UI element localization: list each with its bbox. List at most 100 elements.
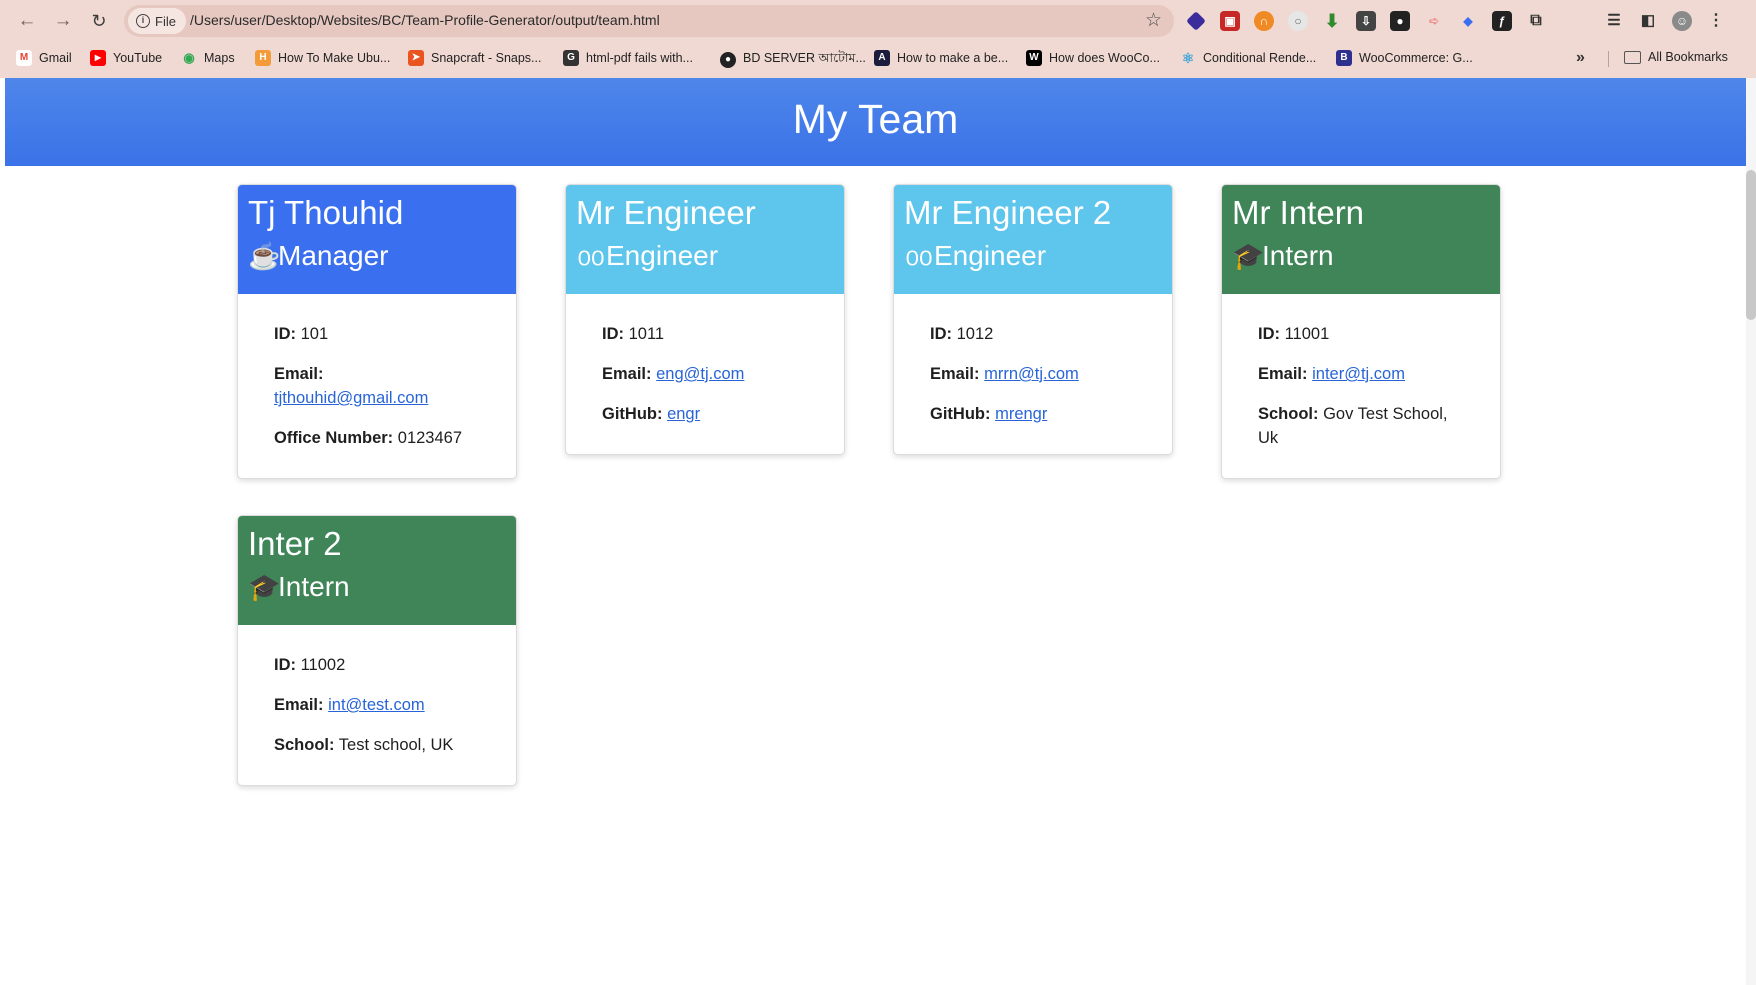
employee-card-manager: Tj Thouhid ☕ Manager ID: 101 Email: tjth… — [237, 184, 517, 479]
email-link[interactable]: mrrn@tj.com — [984, 365, 1079, 383]
side-panel-icon[interactable]: ◧ — [1638, 11, 1658, 31]
email-row: Email: mrrn@tj.com — [930, 362, 1136, 386]
forward-arrow-icon[interactable]: → — [51, 9, 75, 33]
extension-record-icon[interactable]: ▣ — [1220, 11, 1240, 31]
extension-tag-icon[interactable]: ◆ — [1458, 11, 1478, 31]
extension-save-icon[interactable]: ⇩ — [1356, 11, 1376, 31]
id-row: ID: 1011 — [602, 322, 808, 346]
school-row: School: Gov Test School, Uk — [1258, 402, 1464, 450]
id-row: ID: 1012 — [930, 322, 1136, 346]
email-label: Email: — [930, 365, 980, 383]
email-label: Email: — [274, 696, 324, 714]
github-label: GitHub: — [602, 405, 663, 423]
scrollbar-thumb[interactable] — [1746, 170, 1756, 320]
card-header: Mr Intern 🎓 Intern — [1222, 185, 1500, 294]
back-arrow-icon[interactable]: ← — [15, 9, 39, 33]
github-label: GitHub: — [930, 405, 991, 423]
card-header: Mr Engineer 2 ൦൦ Engineer — [894, 185, 1172, 294]
glasses-icon: ൦൦ — [904, 241, 932, 271]
extension-arrow-icon[interactable]: ➪ — [1424, 11, 1444, 31]
bookmark-ubuntu[interactable]: H How To Make Ubu... — [255, 50, 390, 66]
reload-icon[interactable]: ↻ — [87, 9, 111, 33]
more-bookmarks-chevron-icon[interactable]: » — [1576, 49, 1585, 67]
role-label: Manager — [278, 240, 389, 271]
menu-kebab-icon[interactable]: ⋮ — [1706, 11, 1726, 31]
email-link[interactable]: eng@tj.com — [656, 365, 744, 383]
github-link[interactable]: engr — [667, 405, 700, 423]
bookmark-maps[interactable]: ◉ Maps — [181, 50, 235, 66]
gmail-icon: M — [16, 50, 32, 66]
email-link[interactable]: tjthouhid@gmail.com — [274, 389, 428, 407]
email-row: Email: tjthouhid@gmail.com — [274, 362, 480, 410]
card-header: Tj Thouhid ☕ Manager — [238, 185, 516, 294]
extensions-puzzle-icon[interactable]: ⧉ — [1526, 11, 1546, 31]
email-row: Email: int@test.com — [274, 693, 480, 717]
bookmark-gmail[interactable]: M Gmail — [16, 50, 72, 66]
email-link[interactable]: inter@tj.com — [1312, 365, 1405, 383]
bookmark-make-be[interactable]: A How to make a be... — [874, 50, 1008, 66]
id-label: ID: — [274, 325, 296, 343]
employee-role: 🎓 Intern — [248, 568, 506, 606]
card-body: ID: 1011 Email: eng@tj.com GitHub: engr — [566, 294, 844, 454]
all-bookmarks-label: All Bookmarks — [1648, 50, 1728, 64]
bookmark-label: Snapcraft - Snaps... — [431, 51, 542, 65]
snapcraft-icon: ➤ — [408, 50, 424, 66]
role-label: Engineer — [606, 240, 719, 271]
bookmark-youtube[interactable]: ▶ YouTube — [90, 50, 162, 66]
bookmark-star-icon[interactable]: ☆ — [1145, 10, 1162, 32]
employee-card-engineer-2: Mr Engineer 2 ൦൦ Engineer ID: 1012 Email… — [893, 184, 1173, 455]
school-label: School: — [274, 736, 335, 754]
graduate-icon: 🎓 — [248, 572, 281, 602]
office-number-label: Office Number: — [274, 429, 394, 447]
bookmark-woocommerce-how[interactable]: W How does WooCo... — [1026, 50, 1160, 66]
url-text[interactable]: /Users/user/Desktop/Websites/BC/Team-Pro… — [190, 12, 660, 28]
site-favicon-icon: G — [563, 50, 579, 66]
extension-download-icon[interactable]: ⬇ — [1322, 11, 1342, 31]
page-title: My Team — [792, 96, 959, 142]
email-row: Email: inter@tj.com — [1258, 362, 1464, 386]
bookmarks-divider — [1608, 51, 1609, 67]
employee-role: ☕ Manager — [248, 237, 506, 275]
bookmark-snapcraft[interactable]: ➤ Snapcraft - Snaps... — [408, 50, 541, 66]
address-bar[interactable]: i File /Users/user/Desktop/Websites/BC/T… — [124, 5, 1174, 37]
id-label: ID: — [274, 656, 296, 674]
youtube-icon: ▶ — [90, 50, 106, 66]
id-value: 11001 — [1284, 325, 1330, 343]
id-value: 101 — [300, 325, 329, 343]
extension-ghost-icon[interactable]: ● — [1390, 11, 1410, 31]
bookmark-label: Maps — [204, 51, 235, 65]
bookmark-conditional-render[interactable]: ⚛ Conditional Rende... — [1180, 50, 1317, 66]
profile-avatar[interactable]: ☺ — [1672, 11, 1692, 31]
extension-diamond-icon[interactable] — [1186, 11, 1206, 31]
employee-name: Mr Intern — [1232, 194, 1365, 231]
employee-card-engineer: Mr Engineer ൦൦ Engineer ID: 1011 Email: … — [565, 184, 845, 455]
site-favicon-icon: W — [1026, 50, 1042, 66]
glasses-icon: ൦൦ — [576, 241, 604, 271]
site-info-chip[interactable]: i File — [128, 8, 186, 34]
extension-font-icon[interactable]: ƒ — [1492, 11, 1512, 31]
bookmark-label: How does WooCo... — [1049, 51, 1160, 65]
employee-card-intern-2: Inter 2 🎓 Intern ID: 11002 Email: int@te… — [237, 515, 517, 786]
bookmark-woocommerce-g[interactable]: B WooCommerce: G... — [1336, 50, 1473, 66]
employee-card-intern: Mr Intern 🎓 Intern ID: 11001 Email: inte… — [1221, 184, 1501, 479]
id-row: ID: 101 — [274, 322, 480, 346]
bookmark-label: Gmail — [39, 51, 72, 65]
github-link[interactable]: mrengr — [995, 405, 1047, 423]
bookmark-label: How to make a be... — [897, 51, 1009, 65]
team-header: My Team — [5, 78, 1746, 166]
all-bookmarks-button[interactable]: All Bookmarks — [1624, 50, 1728, 64]
role-label: Intern — [1262, 240, 1334, 271]
id-value: 11002 — [300, 656, 346, 674]
extension-headphone-icon[interactable]: ∩ — [1254, 11, 1274, 31]
react-icon: ⚛ — [1181, 50, 1195, 66]
reading-list-icon[interactable]: ☰ — [1604, 11, 1624, 31]
graduate-icon: 🎓 — [1232, 241, 1265, 271]
employee-name: Inter 2 — [248, 525, 342, 562]
github-row: GitHub: engr — [602, 402, 808, 426]
bookmark-label: How To Make Ubu... — [278, 51, 391, 65]
bookmark-bd-server[interactable]: ● BD SERVER আটোম... — [720, 50, 866, 70]
bookmark-label: BD SERVER আটোম... — [743, 51, 866, 65]
bookmark-html-pdf[interactable]: G html-pdf fails with... — [563, 50, 693, 66]
extension-circle-icon[interactable]: ○ — [1288, 11, 1308, 31]
email-link[interactable]: int@test.com — [328, 696, 425, 714]
